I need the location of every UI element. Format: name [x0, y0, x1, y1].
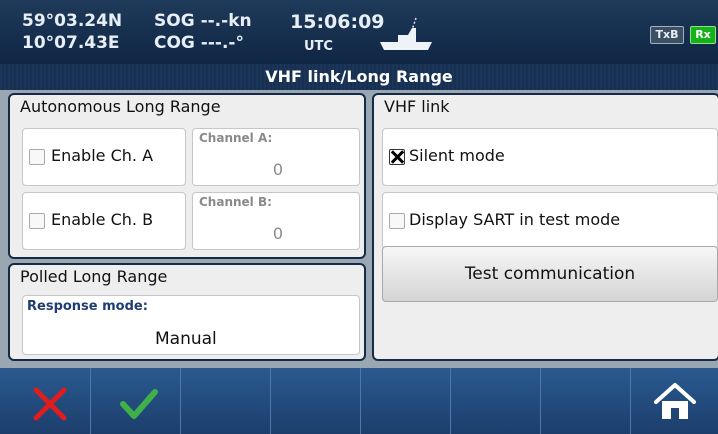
checkmark-icon [120, 389, 158, 419]
response-mode-label: Response mode: [27, 299, 148, 314]
channel-b-field[interactable]: Channel B: 0 [192, 192, 360, 250]
cog-readout: COG ---.-° [154, 33, 244, 53]
ship-icon [380, 17, 432, 50]
silent-mode-label: Silent mode [409, 146, 505, 165]
silent-mode-toggle[interactable]: Silent mode [382, 128, 718, 186]
close-icon [33, 387, 67, 421]
clock-timezone: UTC [304, 39, 333, 54]
toolbar-slot-3 [180, 368, 270, 434]
response-mode-value: Manual [155, 329, 217, 349]
page-title: VHF link/Long Range [0, 64, 718, 90]
polled-long-range-panel: Polled Long Range Response mode: Manual [8, 263, 366, 361]
clock-time: 15:06:09 [290, 11, 385, 33]
channel-a-label: Channel A: [199, 131, 273, 145]
cancel-button[interactable] [0, 368, 90, 434]
test-communication-button[interactable]: Test communication [382, 246, 718, 302]
toolbar-slot-7 [540, 368, 630, 434]
status-bar: 59°03.24N 10°07.43E SOG --.-kn COG ---.-… [0, 0, 718, 64]
enable-channel-b-toggle[interactable]: Enable Ch. B [22, 192, 186, 250]
response-mode-field[interactable]: Response mode: Manual [22, 295, 360, 355]
autonomous-long-range-panel: Autonomous Long Range Enable Ch. A Chann… [8, 93, 366, 259]
rx-indicator: Rx [690, 26, 716, 44]
display-sart-toggle[interactable]: Display SART in test mode [382, 192, 718, 250]
enable-channel-a-toggle[interactable]: Enable Ch. A [22, 128, 186, 186]
toolbar-slot-6 [450, 368, 540, 434]
latitude-readout: 59°03.24N [22, 11, 123, 31]
channel-b-label: Channel B: [199, 195, 272, 209]
toolbar-slot-4 [270, 368, 360, 434]
channel-b-value: 0 [272, 224, 283, 243]
enable-channel-a-label: Enable Ch. A [51, 146, 154, 165]
bottom-toolbar [0, 368, 718, 434]
silent-mode-checkbox[interactable] [389, 149, 405, 165]
channel-a-field[interactable]: Channel A: 0 [192, 128, 360, 186]
home-button[interactable] [630, 368, 718, 434]
sog-readout: SOG --.-kn [154, 11, 252, 31]
channel-a-value: 0 [272, 160, 283, 179]
display-sart-label: Display SART in test mode [409, 210, 621, 229]
enable-channel-b-label: Enable Ch. B [51, 210, 154, 229]
enable-channel-a-checkbox[interactable] [29, 149, 45, 165]
toolbar-slot-5 [360, 368, 450, 434]
confirm-button[interactable] [90, 368, 180, 434]
txb-indicator: TxB [650, 26, 684, 44]
autonomous-long-range-title: Autonomous Long Range [20, 97, 221, 116]
longitude-readout: 10°07.43E [22, 33, 120, 53]
enable-channel-b-checkbox[interactable] [29, 213, 45, 229]
vhf-link-title: VHF link [384, 97, 450, 116]
polled-long-range-title: Polled Long Range [20, 267, 168, 286]
vhf-link-panel: VHF link Silent mode Display SART in tes… [372, 93, 718, 361]
display-sart-checkbox[interactable] [389, 213, 405, 229]
home-icon [654, 383, 696, 419]
